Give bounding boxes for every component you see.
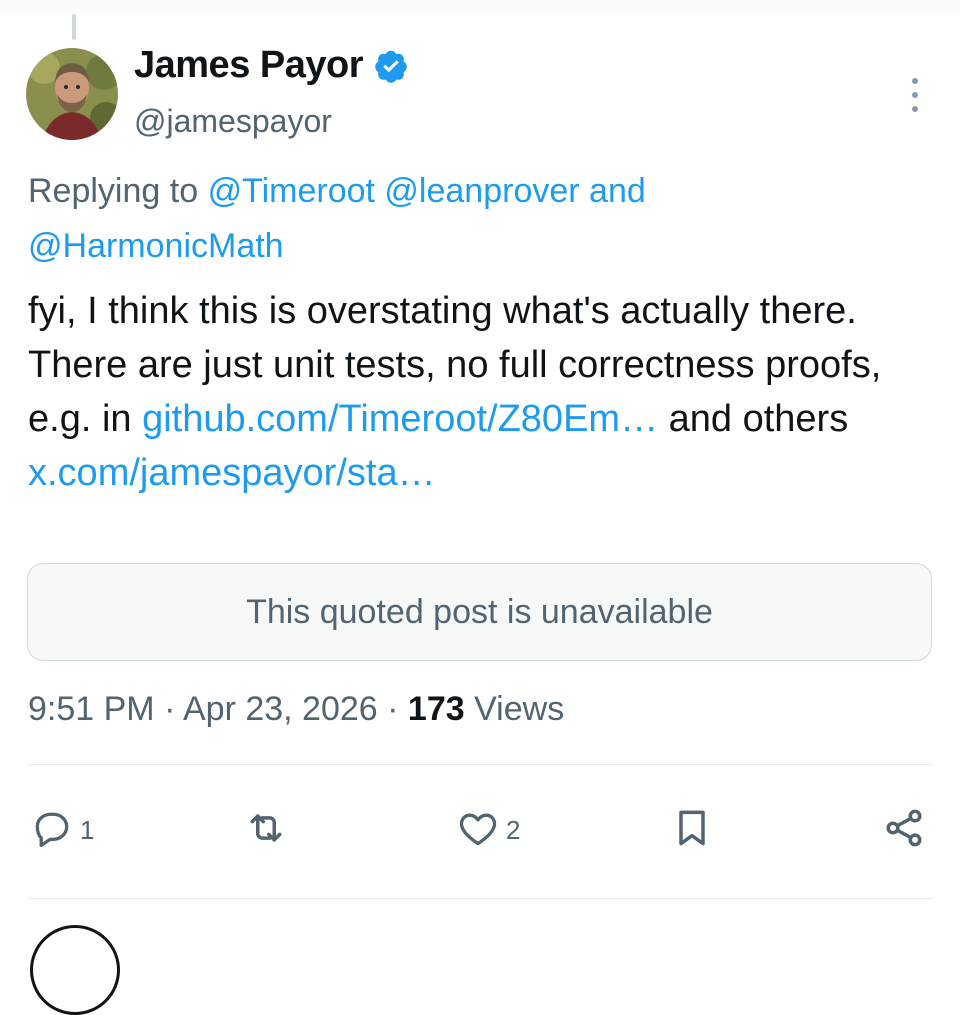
like-icon: [456, 806, 500, 854]
meta-separator: ·: [164, 690, 176, 728]
quoted-post-unavailable: This quoted post is unavailable: [27, 563, 932, 661]
repost-icon: [244, 806, 288, 854]
action-bar: 1 2: [0, 800, 960, 860]
mention-timeroot[interactable]: @Timeroot: [208, 172, 375, 210]
github-link[interactable]: github.com/Timeroot/Z80Em…: [142, 398, 658, 440]
verified-badge-icon[interactable]: [373, 48, 409, 84]
author-handle[interactable]: @jamespayor: [134, 103, 332, 140]
bookmark-button[interactable]: [670, 800, 714, 860]
post-text-part2: and others: [658, 398, 849, 440]
post-text: fyi, I think this is overstating what's …: [28, 284, 938, 500]
author-name[interactable]: James Payor: [134, 44, 364, 87]
quoted-post-message: This quoted post is unavailable: [246, 592, 713, 631]
like-button[interactable]: 2: [456, 800, 520, 860]
repost-button[interactable]: [244, 800, 288, 860]
share-button[interactable]: [882, 800, 926, 860]
next-post-avatar[interactable]: [30, 925, 120, 1015]
author-row: James Payor: [134, 44, 409, 87]
x-link[interactable]: x.com/jamespayor/sta…: [28, 452, 436, 494]
reply-button[interactable]: 1: [30, 800, 94, 860]
avatar[interactable]: [26, 48, 118, 140]
meta-separator-2: ·: [387, 690, 399, 728]
bookmark-icon: [670, 806, 714, 854]
divider-bottom: [28, 898, 933, 899]
replying-to: Replying to @Timeroot @leanprover and @H…: [28, 164, 928, 274]
reply-icon: [30, 806, 74, 854]
post-date[interactable]: Apr 23, 2026: [183, 690, 378, 728]
mention-conjunction[interactable]: and: [589, 172, 646, 210]
views-count: 173: [407, 690, 465, 728]
views-label: Views: [474, 690, 565, 728]
share-icon: [882, 806, 926, 854]
divider: [28, 764, 933, 765]
reply-count: 1: [80, 814, 95, 845]
replying-to-label: Replying to: [28, 172, 199, 210]
thread-line: [72, 14, 76, 40]
mention-leanprover[interactable]: @leanprover: [384, 172, 579, 210]
more-icon[interactable]: [900, 78, 930, 112]
top-strip: [0, 0, 960, 14]
mention-harmonicmath[interactable]: @HarmonicMath: [28, 227, 284, 265]
post-meta: 9:51 PM · Apr 23, 2026 · 173 Views: [28, 690, 564, 729]
like-count: 2: [506, 814, 521, 845]
post-time[interactable]: 9:51 PM: [28, 690, 155, 728]
